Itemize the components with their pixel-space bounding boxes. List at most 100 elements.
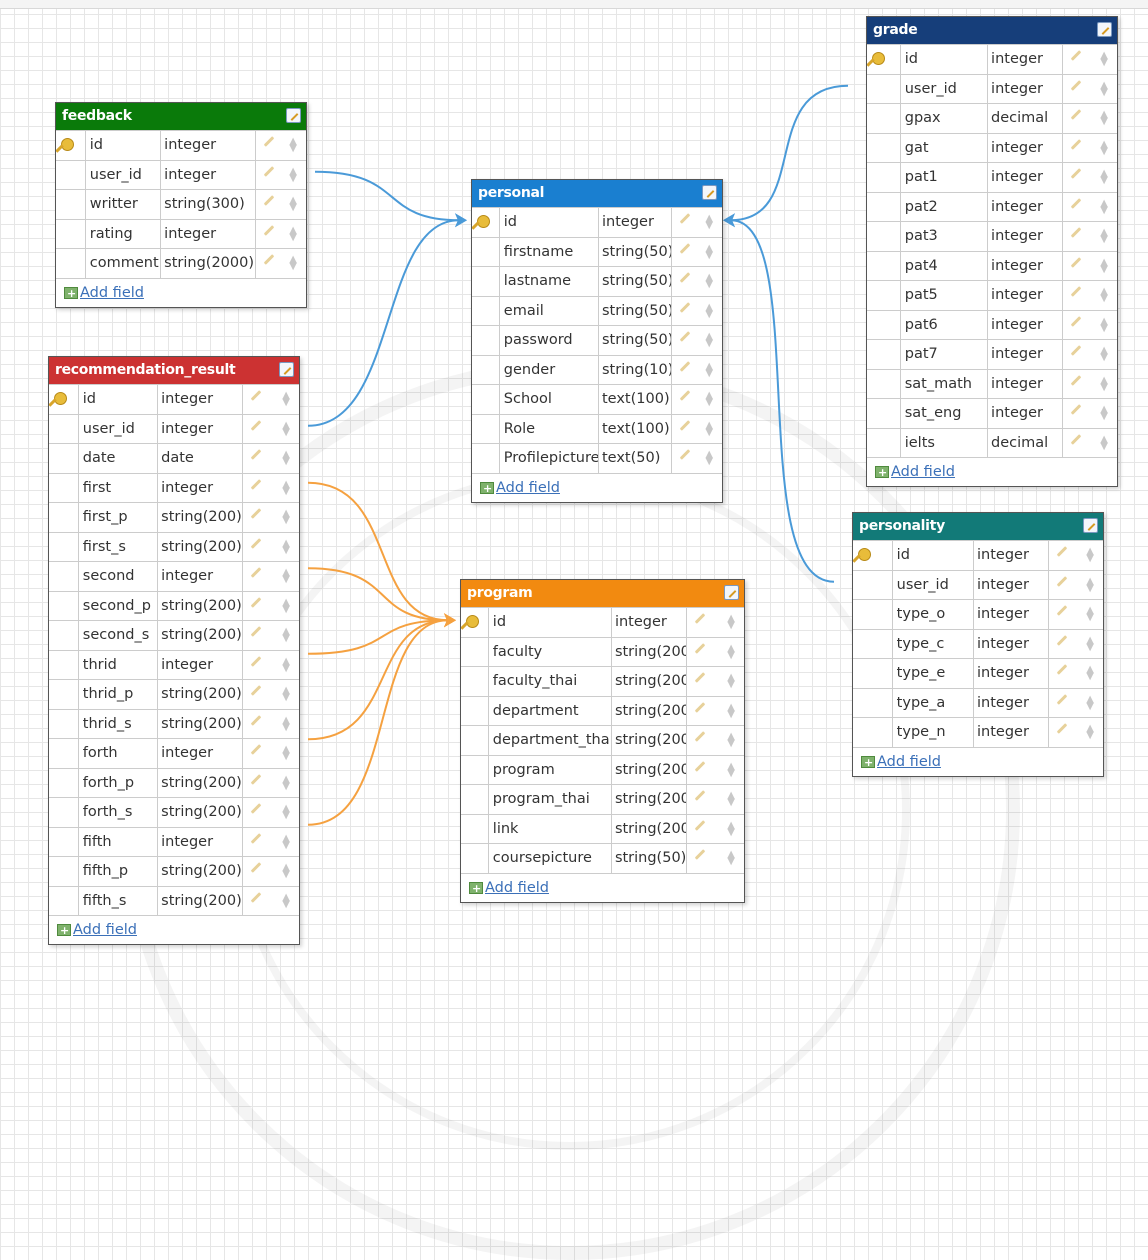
reorder-field-icon[interactable]: ▲ ▼ (705, 243, 713, 260)
add-field-link[interactable]: Add field (485, 880, 549, 896)
edit-field-pencil-icon[interactable] (1071, 374, 1082, 386)
edit-field-pencil-icon[interactable] (695, 819, 706, 831)
field-row[interactable]: rating integer ▲ ▼ (56, 218, 306, 248)
field-row[interactable]: pat1 integer ▲ ▼ (867, 162, 1117, 192)
field-row[interactable]: id integer ▲ ▼ (461, 607, 744, 637)
field-row[interactable]: type_o integer ▲ ▼ (853, 599, 1103, 629)
field-row[interactable]: pat2 integer ▲ ▼ (867, 191, 1117, 221)
field-row[interactable]: department_thaistring(200) ▲▼ (461, 725, 744, 755)
reorder-field-icon[interactable]: ▲ ▼ (705, 302, 713, 319)
reorder-field-icon[interactable]: ▲ ▼ (1100, 228, 1108, 245)
reorder-field-icon[interactable]: ▲ ▼ (727, 732, 735, 749)
field-row[interactable]: thrid_s string(200) ▲ ▼ (49, 708, 299, 738)
reorder-field-icon[interactable]: ▲ ▼ (1100, 434, 1108, 451)
edit-field-pencil-icon[interactable] (251, 744, 262, 755)
reorder-field-icon[interactable]: ▲ ▼ (282, 597, 290, 614)
add-field-link[interactable]: Add field (877, 754, 941, 770)
reorder-field-icon[interactable]: ▲ ▼ (1100, 169, 1108, 186)
edit-field-pencil-icon[interactable] (695, 790, 706, 801)
reorder-field-icon[interactable]: ▲ ▼ (1100, 316, 1108, 333)
field-row[interactable]: firstname string(50) ▲ ▼ (472, 236, 722, 266)
reorder-field-icon[interactable]: ▲ ▼ (705, 391, 713, 408)
table-header[interactable]: recommendation_result (49, 357, 299, 384)
field-row[interactable]: linkstring(200) ▲▼ (461, 813, 744, 843)
edit-field-pencil-icon[interactable] (1071, 404, 1082, 415)
field-row[interactable]: pat7 integer ▲ ▼ (867, 339, 1117, 369)
field-row[interactable]: fifth_p string(200) ▲ ▼ (49, 856, 299, 886)
reorder-field-icon[interactable]: ▲ ▼ (282, 509, 290, 526)
edit-field-pencil-icon[interactable] (251, 862, 262, 873)
edit-field-pencil-icon[interactable] (1057, 546, 1068, 557)
edit-field-pencil-icon[interactable] (1071, 50, 1082, 61)
edit-field-pencil-icon[interactable] (1071, 227, 1082, 238)
reorder-field-icon[interactable]: ▲ ▼ (727, 643, 735, 660)
edit-field-pencil-icon[interactable] (680, 213, 691, 224)
edit-field-pencil-icon[interactable] (1071, 168, 1082, 179)
edit-field-pencil-icon[interactable] (264, 254, 275, 265)
edit-field-pencil-icon[interactable] (680, 272, 691, 283)
reorder-field-icon[interactable]: ▲ ▼ (289, 166, 297, 183)
edit-field-pencil-icon[interactable] (1071, 433, 1082, 445)
edit-field-pencil-icon[interactable] (1057, 605, 1068, 616)
field-row[interactable]: forth integer ▲ ▼ (49, 738, 299, 768)
edit-field-pencil-icon[interactable] (695, 731, 706, 742)
add-field-icon[interactable] (480, 475, 494, 503)
table-recommendation_result[interactable]: recommendation_result id integer ▲ ▼ user_id i… (48, 356, 300, 945)
reorder-field-icon[interactable]: ▲ ▼ (1100, 139, 1108, 156)
edit-field-pencil-icon[interactable] (251, 773, 262, 785)
reorder-field-icon[interactable]: ▲ ▼ (289, 225, 297, 242)
field-row[interactable]: coursepicture string(50) ▲ ▼ (461, 843, 744, 873)
edit-field-pencil-icon[interactable] (1057, 634, 1068, 646)
edit-field-pencil-icon[interactable] (695, 642, 706, 654)
edit-field-pencil-icon[interactable] (251, 449, 262, 460)
edit-table-icon[interactable] (1097, 22, 1112, 37)
add-field-link[interactable]: Add field (891, 464, 955, 480)
edit-table-icon[interactable] (724, 585, 739, 600)
field-row[interactable]: first_p string(200) ▲ ▼ (49, 502, 299, 532)
reorder-field-icon[interactable]: ▲ ▼ (1100, 287, 1108, 304)
add-field-icon[interactable] (875, 459, 889, 487)
field-row[interactable]: programstring(200) ▲▼ (461, 754, 744, 784)
field-row[interactable]: id integer ▲ ▼ (472, 207, 722, 237)
field-row[interactable]: pat3 integer ▲ ▼ (867, 221, 1117, 251)
reorder-field-icon[interactable]: ▲ ▼ (289, 196, 297, 213)
field-row[interactable]: email string(50) ▲ ▼ (472, 295, 722, 325)
reorder-field-icon[interactable]: ▲ ▼ (727, 761, 735, 778)
reorder-field-icon[interactable]: ▲ ▼ (1100, 405, 1108, 422)
field-row[interactable]: type_e integer ▲ ▼ (853, 658, 1103, 688)
edit-field-pencil-icon[interactable] (264, 224, 275, 236)
field-row[interactable]: comment string(2000) ▲ ▼ (56, 248, 306, 278)
edit-field-pencil-icon[interactable] (264, 165, 275, 177)
reorder-field-icon[interactable]: ▲ ▼ (282, 892, 290, 909)
field-row[interactable]: first integer ▲ ▼ (49, 472, 299, 502)
field-row[interactable]: user_id integer ▲ ▼ (49, 413, 299, 443)
reorder-field-icon[interactable]: ▲ ▼ (1086, 606, 1094, 623)
reorder-field-icon[interactable]: ▲ ▼ (1086, 547, 1094, 564)
edit-field-pencil-icon[interactable] (264, 195, 275, 206)
reorder-field-icon[interactable]: ▲ ▼ (282, 833, 290, 850)
edit-field-pencil-icon[interactable] (1071, 197, 1082, 209)
edit-field-pencil-icon[interactable] (680, 242, 691, 254)
edit-field-pencil-icon[interactable] (680, 331, 691, 342)
reorder-field-icon[interactable]: ▲ ▼ (705, 420, 713, 437)
reorder-field-icon[interactable]: ▲ ▼ (727, 614, 735, 631)
add-field-link[interactable]: Add field (496, 480, 560, 496)
field-row[interactable]: pat4 integer ▲ ▼ (867, 250, 1117, 280)
edit-field-pencil-icon[interactable] (695, 672, 706, 683)
edit-field-pencil-icon[interactable] (1071, 138, 1082, 150)
edit-field-pencil-icon[interactable] (251, 390, 262, 401)
edit-field-pencil-icon[interactable] (695, 849, 706, 860)
edit-field-pencil-icon[interactable] (1057, 575, 1068, 587)
reorder-field-icon[interactable]: ▲ ▼ (1086, 694, 1094, 711)
reorder-field-icon[interactable]: ▲ ▼ (282, 656, 290, 673)
field-row[interactable]: id integer ▲ ▼ (853, 540, 1103, 570)
reorder-field-icon[interactable]: ▲ ▼ (727, 791, 735, 808)
reorder-field-icon[interactable]: ▲ ▼ (1100, 257, 1108, 274)
edit-field-pencil-icon[interactable] (680, 419, 691, 431)
field-row[interactable]: gpax decimal ▲ ▼ (867, 103, 1117, 133)
field-row[interactable]: second_s string(200) ▲ ▼ (49, 620, 299, 650)
edit-table-icon[interactable] (286, 108, 301, 123)
field-row[interactable]: id integer ▲ ▼ (49, 384, 299, 414)
edit-field-pencil-icon[interactable] (264, 136, 275, 147)
reorder-field-icon[interactable]: ▲ ▼ (282, 568, 290, 585)
